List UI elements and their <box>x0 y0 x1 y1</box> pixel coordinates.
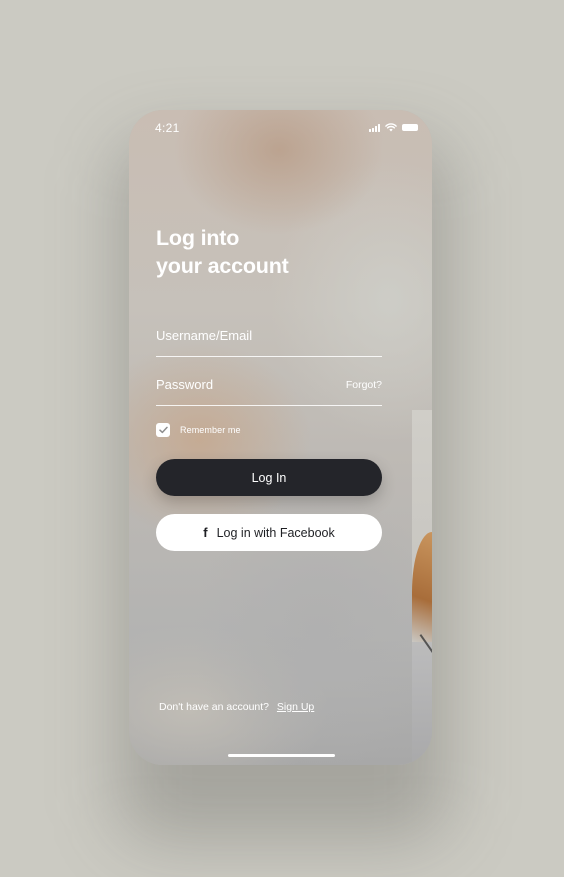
facebook-login-label: Log in with Facebook <box>216 525 335 540</box>
blurred-background <box>129 110 432 765</box>
status-bar: 4:21 <box>129 110 432 146</box>
phone-screen: 4:21 Log into your account Username/Emai… <box>129 110 432 765</box>
background-photo-edge <box>412 410 432 765</box>
username-placeholder: Username/Email <box>156 328 253 343</box>
home-indicator[interactable] <box>228 754 335 757</box>
page-title: Log into your account <box>156 224 289 280</box>
signup-link[interactable]: Sign Up <box>277 701 314 713</box>
remember-me-checkbox[interactable] <box>156 423 170 437</box>
password-field[interactable]: Password Forgot? <box>156 365 382 406</box>
check-icon <box>158 426 168 434</box>
remember-me-label: Remember me <box>180 425 241 435</box>
signup-prompt-row: Don't have an account? Sign Up <box>159 701 314 713</box>
page-title-line-2: your account <box>156 254 289 278</box>
photo-detail <box>412 532 432 642</box>
forgot-password-link[interactable]: Forgot? <box>346 379 382 391</box>
username-field[interactable]: Username/Email <box>156 316 382 357</box>
signal-icon <box>369 123 380 132</box>
login-button[interactable]: Log In <box>156 459 382 496</box>
facebook-login-button[interactable]: f Log in with Facebook <box>156 514 382 551</box>
battery-icon <box>402 124 418 131</box>
page-background: 4:21 Log into your account Username/Emai… <box>0 0 564 877</box>
password-placeholder: Password <box>156 377 214 392</box>
remember-me-row[interactable]: Remember me <box>156 423 241 437</box>
facebook-icon: f <box>203 525 208 540</box>
page-title-line-1: Log into <box>156 226 240 250</box>
wifi-icon <box>385 123 397 132</box>
signup-prompt: Don't have an account? <box>159 701 269 713</box>
status-time: 4:21 <box>155 121 180 135</box>
status-icons <box>369 123 418 132</box>
